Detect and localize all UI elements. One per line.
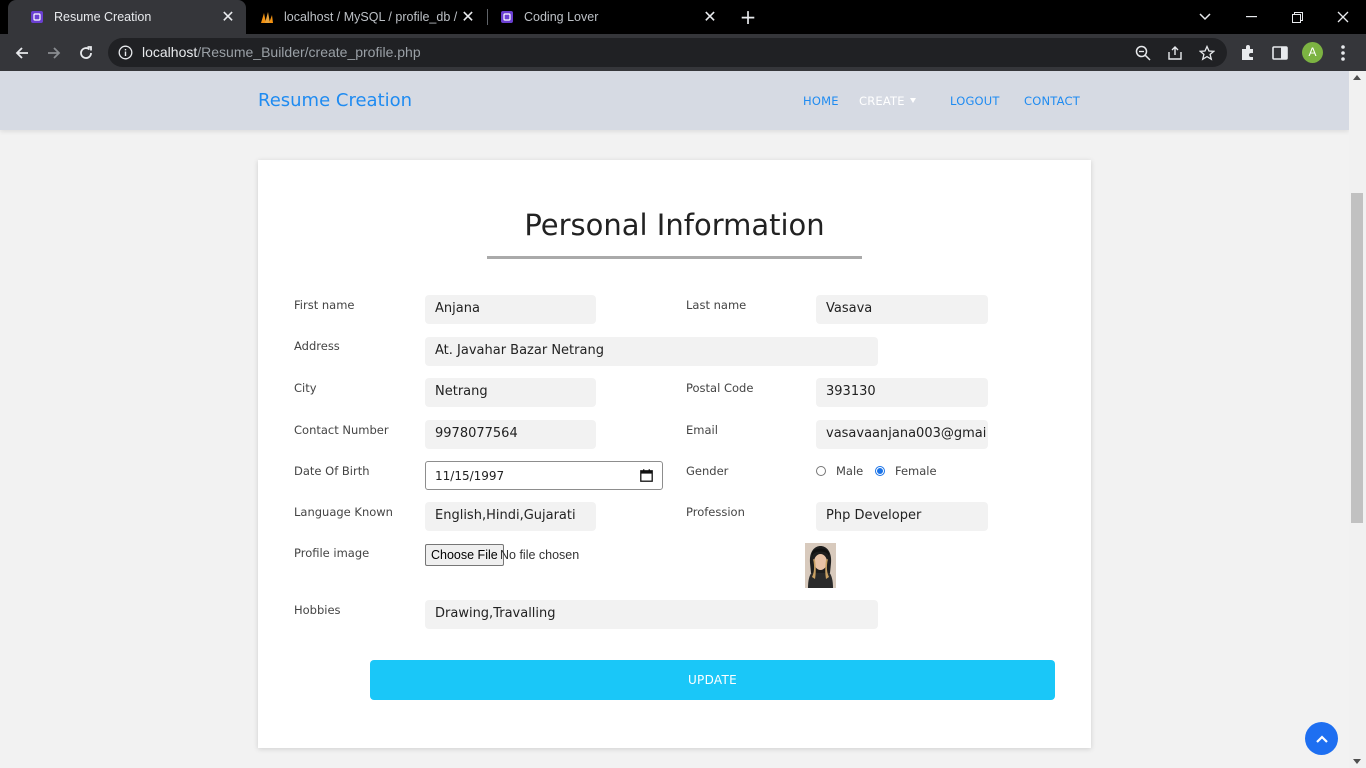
page-viewport: Resume Creation HOME CREATE LOGOUT CONTA… (0, 71, 1349, 768)
scroll-to-top-button[interactable] (1305, 722, 1338, 755)
city-input[interactable]: Netrang (425, 378, 596, 407)
close-tab-icon[interactable]: ✕ (220, 9, 236, 25)
tab-title: localhost / MySQL / profile_db / t (284, 10, 460, 24)
profile-image-label: Profile image (294, 546, 370, 560)
gender-label: Gender (686, 464, 729, 478)
address-label: Address (294, 339, 340, 353)
gender-male-label[interactable]: Male (836, 464, 863, 478)
tab-title: Coding Lover (524, 10, 599, 24)
last-name-input[interactable]: Vasava (816, 295, 988, 324)
profile-avatar[interactable]: A (1302, 42, 1323, 63)
browser-toolbar: localhost/Resume_Builder/create_profile.… (0, 34, 1366, 71)
site-favicon-icon (501, 11, 513, 23)
site-favicon-icon (31, 11, 43, 23)
profession-input[interactable]: Php Developer (816, 502, 988, 531)
site-brand[interactable]: Resume Creation (258, 90, 412, 111)
nav-contact[interactable]: CONTACT (1024, 94, 1080, 108)
tab-title: Resume Creation (54, 10, 152, 24)
chevron-down-icon (1199, 13, 1211, 21)
nav-create-label: CREATE (859, 94, 905, 108)
extensions-puzzle-icon[interactable] (1239, 44, 1257, 62)
email-label: Email (686, 423, 718, 437)
site-navbar: Resume Creation HOME CREATE LOGOUT CONTA… (0, 71, 1349, 130)
email-input[interactable]: vasavaanjana003@gmai (816, 420, 988, 449)
page-scrollbar[interactable] (1349, 71, 1366, 768)
languages-label: Language Known (294, 505, 393, 519)
nav-logout[interactable]: LOGOUT (950, 94, 1000, 108)
hobbies-input[interactable]: Drawing,Travalling (425, 600, 878, 629)
reload-icon (80, 46, 92, 59)
dob-label: Date Of Birth (294, 464, 370, 478)
languages-input[interactable]: English,Hindi,Gujarati (425, 502, 596, 531)
postal-code-label: Postal Code (686, 381, 754, 395)
tab-coding-lover[interactable]: Coding Lover ✕ (488, 0, 728, 34)
profile-photo-image (805, 543, 836, 588)
arrow-left-icon (15, 47, 28, 59)
share-icon[interactable] (1167, 45, 1183, 61)
calendar-icon[interactable] (640, 469, 653, 482)
gender-female-radio[interactable] (875, 466, 885, 476)
phpmyadmin-favicon-icon (261, 12, 273, 23)
address-bar[interactable]: localhost/Resume_Builder/create_profile.… (108, 38, 1227, 67)
more-menu-icon[interactable] (1336, 43, 1350, 63)
zoom-icon[interactable] (1135, 45, 1151, 61)
restore-icon (1291, 11, 1303, 23)
restore-button[interactable] (1274, 0, 1320, 34)
title-underline (487, 256, 862, 259)
tab-resume-creation[interactable]: Resume Creation ✕ (8, 0, 246, 34)
hobbies-label: Hobbies (294, 603, 341, 617)
forward-button[interactable] (41, 40, 67, 66)
dob-value: 11/15/1997 (435, 469, 505, 483)
first-name-label: First name (294, 298, 355, 312)
back-button[interactable] (9, 40, 35, 66)
bookmark-star-icon[interactable] (1199, 45, 1215, 61)
site-info-icon[interactable] (118, 45, 133, 60)
nav-home[interactable]: HOME (803, 94, 839, 108)
minimize-button[interactable] (1228, 0, 1274, 34)
nav-create[interactable]: CREATE (859, 94, 916, 108)
profile-image-thumbnail (805, 543, 836, 588)
scrollbar-thumb[interactable] (1351, 193, 1363, 523)
caret-down-icon (909, 98, 916, 103)
url-text: localhost/Resume_Builder/create_profile.… (142, 44, 421, 60)
contact-number-label: Contact Number (294, 423, 389, 437)
minimize-icon (1245, 16, 1257, 18)
browser-tab-strip: Resume Creation ✕ localhost / MySQL / pr… (0, 0, 1366, 34)
gender-male-radio[interactable] (816, 466, 826, 476)
choose-file-button[interactable]: Choose File (425, 544, 504, 566)
chevron-up-icon (1315, 734, 1328, 743)
side-panel-icon[interactable] (1271, 44, 1289, 62)
page-title: Personal Information (524, 208, 825, 242)
tab-search-button[interactable] (1182, 0, 1228, 34)
scroll-down-arrow-icon[interactable] (1353, 759, 1361, 764)
scroll-up-arrow-icon[interactable] (1353, 75, 1361, 80)
update-button[interactable]: UPDATE (370, 660, 1055, 700)
close-window-button[interactable] (1320, 0, 1366, 34)
new-tab-button[interactable]: + (737, 6, 759, 28)
gender-female-label[interactable]: Female (895, 464, 937, 478)
tab-phpmyadmin[interactable]: localhost / MySQL / profile_db / t ✕ (246, 0, 486, 34)
url-path: /Resume_Builder/create_profile.php (197, 44, 421, 60)
url-host: localhost (142, 44, 198, 60)
city-label: City (294, 381, 317, 395)
profession-label: Profession (686, 505, 745, 519)
postal-code-input[interactable]: 393130 (816, 378, 988, 407)
profile-form-card: Personal Information First name Anjana L… (258, 160, 1091, 748)
close-icon (1337, 11, 1349, 23)
address-input[interactable]: At. Javahar Bazar Netrang (425, 337, 878, 366)
last-name-label: Last name (686, 298, 747, 312)
first-name-input[interactable]: Anjana (425, 295, 596, 324)
close-tab-icon[interactable]: ✕ (460, 9, 476, 25)
dob-date-input[interactable]: 11/15/1997 (425, 461, 663, 490)
file-status-text: No file chosen (500, 548, 580, 562)
contact-number-input[interactable]: 9978077564 (425, 420, 596, 449)
arrow-right-icon (48, 47, 61, 59)
reload-button[interactable] (73, 40, 99, 66)
close-tab-icon[interactable]: ✕ (702, 9, 718, 25)
